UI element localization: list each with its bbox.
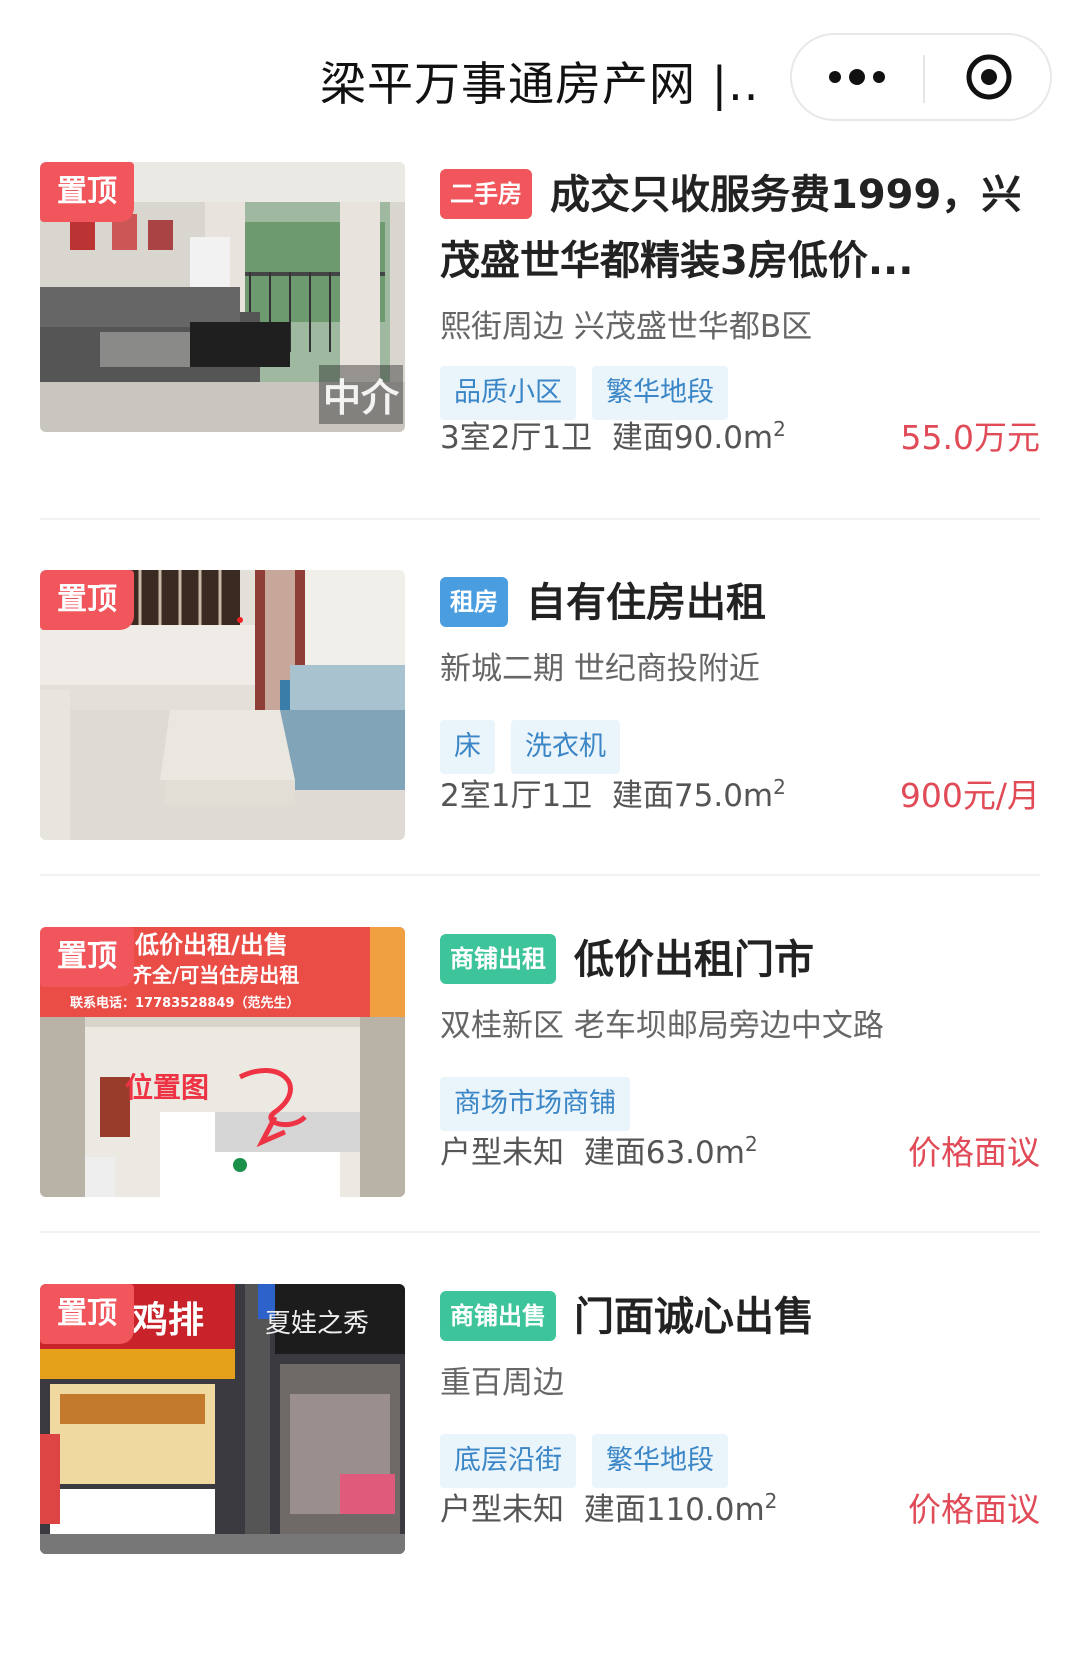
area-unit-sup: 2 [773, 417, 786, 441]
listing-tags: 底层沿街 繁华地段 [440, 1434, 1040, 1488]
listing-area: 建面63.0m [583, 1135, 745, 1171]
listing-info: 二手房 成交只收服务费1999，兴茂盛世华都精装3房低价... 熙街周边 兴茂盛世… [440, 162, 1040, 457]
listing-tags: 商场市场商铺 [440, 1077, 1040, 1131]
listing-area: 建面75.0m [611, 778, 774, 814]
listing-tag: 底层沿街 [440, 1434, 576, 1488]
listing-price: 价格面议 [908, 1490, 1040, 1529]
listing-address: 熙街周边 兴茂盛世华都B区 [440, 309, 813, 345]
listing-price: 55.0万元 [900, 418, 1040, 457]
listing-meta: 2室1厅1卫 建面75.0m2 900元/月 [440, 768, 1040, 824]
pinned-badge: 置顶 [40, 1284, 134, 1344]
listing-layout: 3室2厅1卫 [440, 420, 593, 456]
close-button[interactable] [925, 35, 1052, 119]
area-unit-sup: 2 [773, 775, 786, 799]
listing-meta: 户型未知 建面63.0m2 价格面议 [440, 1125, 1040, 1181]
listing-title: 二手房 成交只收服务费1999，兴茂盛世华都精装3房低价... [440, 162, 1040, 294]
listing-tag: 商场市场商铺 [440, 1077, 630, 1131]
listing-layout: 2室1厅1卫 [440, 778, 593, 814]
listing-spec: 2室1厅1卫 建面75.0m2 [440, 768, 786, 824]
pinned-badge: 置顶 [40, 162, 134, 222]
listing-meta: 3室2厅1卫 建面90.0m2 55.0万元 [440, 410, 1040, 466]
listing-address: 重百周边 [440, 1365, 564, 1401]
sign-right-text: 夏娃之秀 [265, 1309, 369, 1339]
phone-text: 联系电话：17783528849（范先生） [70, 995, 300, 1011]
banner-text: 低价出租/出售 [134, 931, 288, 959]
listing-type-badge: 租房 [440, 577, 508, 627]
listing-type-badge: 二手房 [440, 169, 532, 219]
map-label-text: 位置图 [125, 1071, 209, 1104]
listing-layout: 户型未知 [440, 1135, 564, 1171]
listing-title-text: 自有住房出租 [526, 580, 766, 626]
top-bar: 梁平万事通房产网 |... [0, 0, 1080, 140]
listing-photo: 置顶 [40, 570, 405, 840]
listing-info: 商铺出售 门面诚心出售 重百周边 底层沿街 繁华地段 户型未知 建面110.0m2 … [440, 1284, 1040, 1529]
listing-title: 租房 自有住房出租 [440, 570, 1040, 636]
listing-spec: 户型未知 建面63.0m2 [440, 1125, 758, 1181]
sign-left-text: 鸡排 [132, 1300, 204, 1341]
listing-layout: 户型未知 [440, 1492, 564, 1528]
listing-price: 900元/月 [899, 776, 1040, 815]
banner-text-2: 齐全/可当住房出租 [132, 963, 299, 987]
listing-address: 新城二期 世纪商投附近 [440, 651, 760, 687]
area-unit-sup: 2 [764, 1489, 778, 1513]
listing-meta: 户型未知 建面110.0m2 价格面议 [440, 1482, 1040, 1538]
page-title: 梁平万事通房产网 |... [320, 57, 760, 111]
listing-tags: 床洗衣机 [440, 720, 1040, 774]
divider [40, 518, 1040, 520]
listing-info: 租房 自有住房出租 新城二期 世纪商投附近 床洗衣机 2室1厅1卫 建面75.0m… [440, 570, 1040, 815]
listing-tag: 洗衣机 [511, 720, 620, 774]
listing-tag: 繁华地段 [592, 1434, 728, 1488]
listing-info: 商铺出租 低价出租门市 双桂新区 老车坝邮局旁边中文路 商场市场商铺 户型未知 建… [440, 927, 1040, 1172]
more-dots-icon [829, 69, 885, 85]
pinned-badge: 置顶 [40, 927, 134, 987]
close-target-icon [966, 54, 1011, 100]
listing-area: 建面90.0m [611, 420, 774, 456]
listing-card[interactable]: 低价出租/出售 齐全/可当住房出租 联系电话：17783528849（范先生） … [0, 927, 1080, 1217]
listing-card[interactable]: 置顶 中介 二手房 成交只收服务费1999，兴茂盛世华都精装3房低价... 熙街周… [0, 162, 1080, 457]
mini-program-capsule [790, 33, 1052, 121]
listing-photo: 低价出租/出售 齐全/可当住房出租 联系电话：17783528849（范先生） … [40, 927, 405, 1197]
listing-title-text: 低价出租门市 [574, 937, 814, 983]
divider [40, 1231, 1040, 1233]
listing-card[interactable]: 鸡排 夏娃之秀 置顶 商铺出售 门面诚心出售 重百周边 底层沿街 繁华地段 户型未知… [0, 1284, 1080, 1574]
listing-title: 商铺出租 低价出租门市 [440, 927, 1040, 993]
more-button[interactable] [792, 35, 922, 119]
area-unit-sup: 2 [744, 1132, 758, 1156]
listing-address: 双桂新区 老车坝邮局旁边中文路 [440, 1008, 884, 1044]
listing-type-badge: 商铺出售 [440, 1291, 556, 1341]
divider [40, 874, 1040, 876]
listing-spec: 3室2厅1卫 建面90.0m2 [440, 410, 786, 466]
listing-tag: 床 [440, 720, 495, 774]
listing-photo: 置顶 中介 [40, 162, 405, 432]
listing-photo: 鸡排 夏娃之秀 置顶 [40, 1284, 405, 1554]
listing-card[interactable]: 置顶 租房 自有住房出租 新城二期 世纪商投附近 床洗衣机 2室1厅1卫 建面75… [0, 570, 1080, 860]
listing-price: 价格面议 [908, 1133, 1040, 1172]
listing-title: 商铺出售 门面诚心出售 [440, 1284, 1040, 1350]
agent-watermark: 中介 [318, 365, 403, 424]
listing-area: 建面110.0m [583, 1492, 765, 1528]
pinned-badge: 置顶 [40, 570, 134, 630]
listing-spec: 户型未知 建面110.0m2 [440, 1482, 777, 1538]
listing-title-text: 门面诚心出售 [574, 1294, 814, 1340]
listing-type-badge: 商铺出租 [440, 934, 556, 984]
